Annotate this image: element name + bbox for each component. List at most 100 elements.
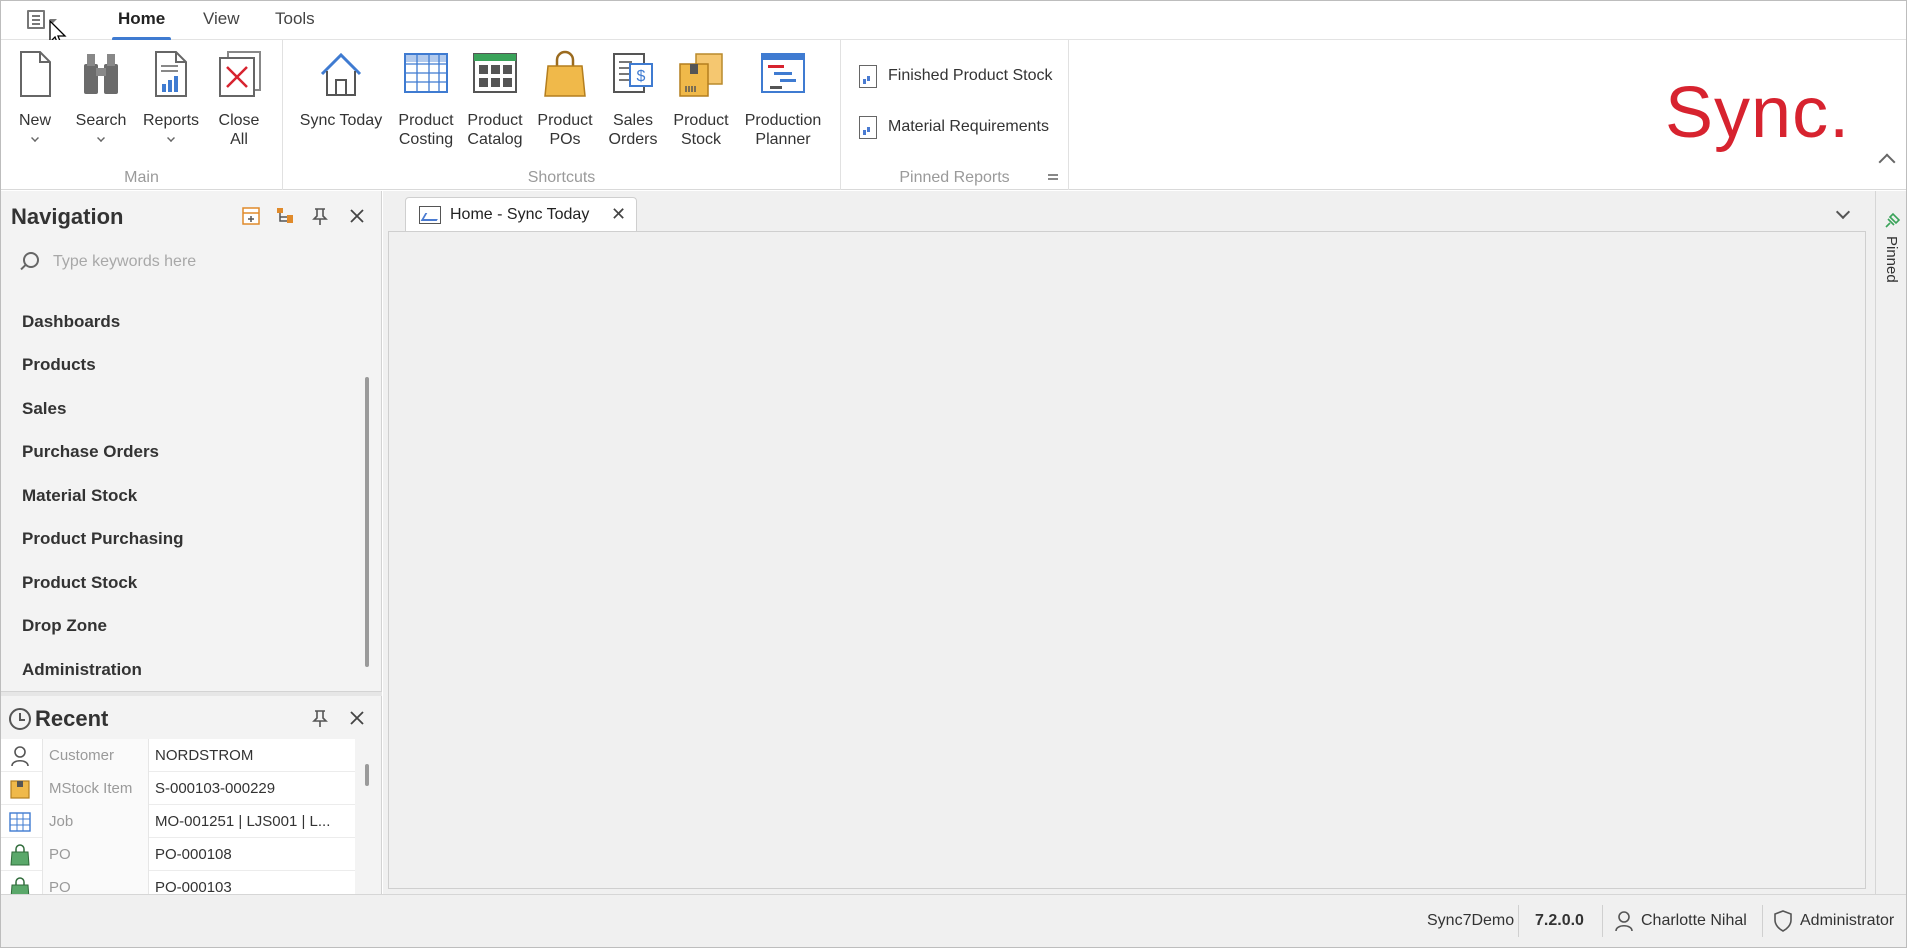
- report-icon: [155, 51, 187, 97]
- close-icon[interactable]: [347, 206, 367, 226]
- nav-item-administration[interactable]: Administration: [22, 660, 142, 680]
- search-button[interactable]: Search: [71, 50, 131, 142]
- pin-icon[interactable]: [310, 708, 330, 728]
- ribbon-group-pinned-reports: Finished Product Stock Material Requirem…: [841, 40, 1069, 190]
- list-item[interactable]: Job MO-001251 | LJS001 | L...: [1, 805, 355, 838]
- nav-item-product-stock[interactable]: Product Stock: [22, 573, 137, 593]
- pinned-side-strip[interactable]: Pinned: [1875, 191, 1906, 894]
- navigation-panel: Navigation Dashboards Products Sales Pur…: [1, 191, 382, 691]
- recent-panel: Recent Customer NORDSTROM MStock Item S-…: [1, 696, 382, 894]
- pin-icon[interactable]: [310, 206, 330, 226]
- close-tab-icon[interactable]: ✕: [611, 204, 626, 225]
- pinned-report-material-requirements[interactable]: Material Requirements: [859, 116, 1049, 139]
- new-button-label: New: [18, 112, 51, 129]
- ribbon-tab-bar: Home View Tools: [1, 1, 1906, 48]
- navigation-search: [11, 248, 373, 278]
- chevron-down-icon: [31, 134, 39, 142]
- document-area: Home - Sync Today ✕: [383, 191, 1875, 894]
- search-input[interactable]: [53, 248, 353, 276]
- group-label-shortcuts: Shortcuts: [527, 169, 596, 186]
- document-tab-home[interactable]: Home - Sync Today ✕: [405, 197, 637, 231]
- bag-icon: [10, 877, 30, 894]
- pin-icon: [1885, 212, 1901, 228]
- recent-value: S-000103-000229: [155, 780, 276, 797]
- recent-value: MO-001251 | LJS001 | L...: [155, 813, 331, 830]
- recent-value: PO-000103: [155, 879, 232, 894]
- recent-value: PO-000108: [155, 846, 232, 863]
- list-item[interactable]: PO PO-000108: [1, 838, 355, 871]
- reports-button[interactable]: Reports: [139, 50, 203, 142]
- close-all-button[interactable]: Close All: [213, 50, 265, 149]
- boxes-icon: [679, 53, 723, 97]
- product-costing-button[interactable]: Product Costing: [395, 50, 457, 149]
- product-stock-button-label: Product Stock: [673, 112, 729, 148]
- nav-item-dashboards[interactable]: Dashboards: [22, 312, 120, 332]
- new-button[interactable]: New: [11, 50, 59, 142]
- report-icon: [859, 116, 877, 139]
- invoice-dollar-icon: $: [613, 53, 653, 93]
- nav-item-sales[interactable]: Sales: [22, 399, 66, 419]
- nav-item-material-stock[interactable]: Material Stock: [22, 486, 137, 506]
- nav-item-drop-zone[interactable]: Drop Zone: [22, 616, 107, 636]
- recent-type: PO: [42, 838, 149, 871]
- nav-item-products[interactable]: Products: [22, 355, 96, 375]
- tree-view-icon[interactable]: [275, 206, 295, 226]
- recent-type: PO: [42, 871, 149, 894]
- chart-window-icon: [419, 206, 441, 224]
- status-version: 7.2.0.0: [1535, 912, 1584, 929]
- production-planner-button[interactable]: Production Planner: [741, 50, 825, 149]
- product-catalog-button-label: Product Catalog: [467, 112, 523, 148]
- close-icon[interactable]: [347, 708, 367, 728]
- list-item[interactable]: PO PO-000103: [1, 871, 355, 894]
- recent-type: Customer: [42, 739, 149, 772]
- production-planner-button-label: Production Planner: [744, 112, 822, 148]
- product-stock-button[interactable]: Product Stock: [671, 50, 731, 149]
- pinned-report-finished-product-stock[interactable]: Finished Product Stock: [859, 65, 1053, 88]
- status-role: Administrator: [1800, 912, 1895, 929]
- tab-list-chevron-down-icon[interactable]: [1835, 204, 1851, 220]
- status-separator: [1762, 905, 1763, 937]
- binoculars-icon: [84, 54, 118, 94]
- expand-all-icon[interactable]: [241, 206, 261, 226]
- sync-logo: Sync.: [1665, 73, 1851, 153]
- document-menu-icon: [27, 10, 45, 29]
- document-content: [388, 231, 1866, 889]
- shield-icon: [1774, 910, 1792, 932]
- product-pos-button-label: Product POs: [537, 112, 593, 148]
- pinned-report-label: Finished Product Stock: [888, 67, 1053, 84]
- product-pos-button[interactable]: Product POs: [535, 50, 595, 149]
- recent-title: Recent: [35, 706, 109, 731]
- ribbon-group-main: New Search Reports Close All Main: [1, 40, 283, 190]
- navigation-scrollbar[interactable]: [365, 377, 369, 667]
- spreadsheet-icon: [404, 53, 448, 93]
- list-item[interactable]: Customer NORDSTROM: [1, 739, 355, 772]
- sales-orders-button[interactable]: $ Sales Orders: [605, 50, 661, 149]
- nav-item-product-purchasing[interactable]: Product Purchasing: [22, 529, 184, 549]
- tab-home[interactable]: Home: [111, 9, 172, 41]
- ribbon-group-shortcuts: Sync Today Product Costing Product Catal…: [283, 40, 841, 190]
- tab-view[interactable]: View: [203, 9, 240, 29]
- document-tab-label: Home - Sync Today: [450, 206, 590, 223]
- close-all-icon: [219, 51, 261, 97]
- status-user[interactable]: Charlotte Nihal: [1641, 912, 1747, 930]
- list-item[interactable]: MStock Item S-000103-000229: [1, 772, 355, 805]
- search-icon: [23, 252, 39, 268]
- gantt-chart-icon: [761, 53, 805, 93]
- reports-button-label: Reports: [142, 112, 200, 129]
- product-costing-button-label: Product Costing: [398, 112, 454, 148]
- status-database: Sync7Demo: [1427, 912, 1515, 929]
- tab-tools[interactable]: Tools: [275, 9, 315, 29]
- nav-item-purchase-orders[interactable]: Purchase Orders: [22, 442, 159, 462]
- chevron-down-icon: [97, 134, 105, 142]
- recent-type: Job: [42, 805, 149, 838]
- recent-scrollbar[interactable]: [365, 764, 369, 786]
- close-all-button-label: Close All: [218, 112, 260, 148]
- sync-today-button[interactable]: Sync Today: [297, 50, 385, 130]
- dialog-launcher-icon[interactable]: [1048, 172, 1058, 182]
- status-separator: [1602, 905, 1603, 937]
- product-catalog-button[interactable]: Product Catalog: [465, 50, 525, 149]
- new-document-icon: [20, 51, 51, 97]
- chevron-down-icon: [167, 134, 175, 142]
- ribbon: New Search Reports Close All Main Sync T…: [1, 40, 1906, 190]
- navigation-title: Navigation: [11, 204, 124, 229]
